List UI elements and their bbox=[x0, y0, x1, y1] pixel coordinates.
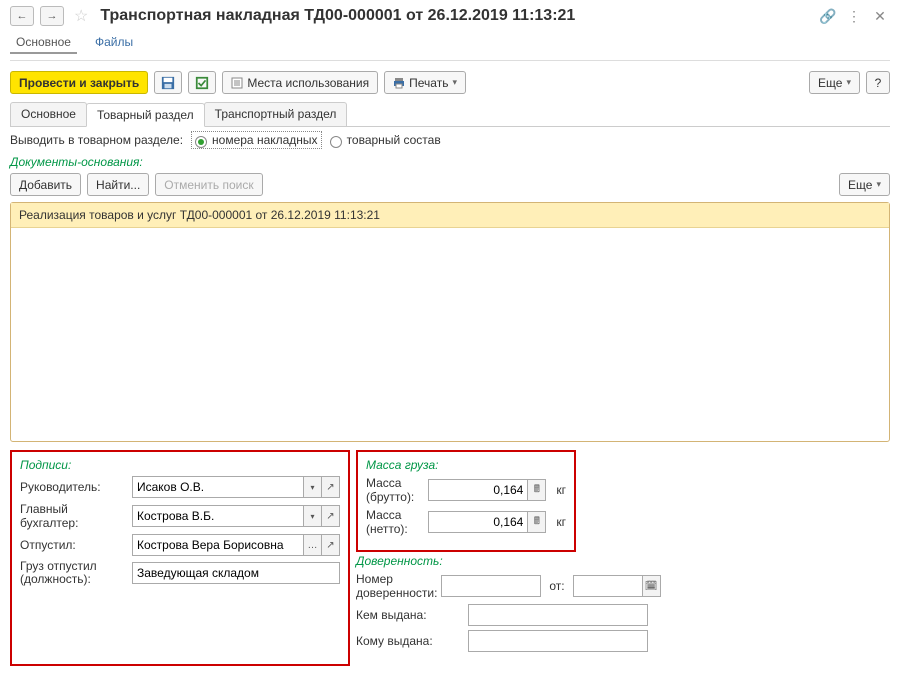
radio-icon bbox=[330, 136, 342, 148]
printer-icon bbox=[393, 77, 405, 89]
nav-back-button[interactable]: ← bbox=[10, 6, 34, 26]
docs-section-title: Документы-основания: bbox=[0, 153, 900, 171]
manager-label: Руководитель: bbox=[20, 480, 128, 494]
signatures-title: Подписи: bbox=[20, 458, 340, 472]
docs-table[interactable]: Реализация товаров и услуг ТД00-000001 о… bbox=[10, 202, 890, 442]
accountant-input[interactable] bbox=[132, 505, 304, 527]
filter-row: Выводить в товарном разделе: номера накл… bbox=[0, 127, 900, 153]
docs-toolbar: Добавить Найти... Отменить поиск Еще bbox=[0, 171, 900, 202]
help-button[interactable]: ? bbox=[866, 71, 890, 94]
tab-files[interactable]: Файлы bbox=[89, 32, 139, 54]
more-button[interactable]: Еще bbox=[809, 71, 860, 94]
released-cargo-label: Груз отпустил (должность): bbox=[20, 560, 128, 586]
sub-tabs: Основное Товарный раздел Транспортный ра… bbox=[10, 102, 890, 127]
favorite-star-icon[interactable]: ☆ bbox=[74, 6, 88, 26]
gross-label: Масса (брутто): bbox=[366, 476, 424, 504]
proxy-number-label: Номер доверенности: bbox=[356, 572, 437, 600]
mass-panel: Масса груза: Масса (брутто): кг Масса (н… bbox=[356, 450, 576, 552]
subtab-goods[interactable]: Товарный раздел bbox=[86, 103, 205, 127]
released-label: Отпустил: bbox=[20, 538, 128, 552]
open-icon bbox=[326, 482, 334, 493]
radio-icon bbox=[195, 136, 207, 148]
net-label: Масса (нетто): bbox=[366, 508, 424, 536]
top-nav-tabs: Основное Файлы bbox=[0, 30, 900, 60]
issued-by-input[interactable] bbox=[468, 604, 648, 626]
close-icon[interactable]: ✕ bbox=[870, 6, 890, 26]
gross-input[interactable] bbox=[428, 479, 528, 501]
find-button[interactable]: Найти... bbox=[87, 173, 149, 196]
issued-to-input[interactable] bbox=[468, 630, 648, 652]
filter-label: Выводить в товарном разделе: bbox=[10, 133, 183, 147]
open-ref-button[interactable] bbox=[322, 534, 340, 556]
post-icon bbox=[195, 76, 209, 90]
cancel-search-button[interactable]: Отменить поиск bbox=[155, 173, 262, 196]
post-button[interactable] bbox=[188, 71, 216, 94]
main-toolbar: Провести и закрыть Места использования П… bbox=[0, 67, 900, 102]
page-title: Транспортная накладная ТД00-000001 от 26… bbox=[100, 7, 575, 25]
radio-goods-content[interactable]: товарный состав bbox=[330, 133, 441, 147]
gross-unit: кг bbox=[556, 483, 566, 497]
proxy-from-label: от: bbox=[549, 579, 564, 593]
calendar-icon bbox=[645, 581, 658, 592]
released-cargo-input[interactable] bbox=[132, 562, 340, 584]
subtab-transport[interactable]: Транспортный раздел bbox=[204, 102, 348, 126]
ellipsis-icon bbox=[308, 540, 318, 551]
docs-more-button[interactable]: Еще bbox=[839, 173, 890, 196]
open-ref-button[interactable] bbox=[322, 476, 340, 498]
select-button[interactable] bbox=[304, 534, 322, 556]
print-button[interactable]: Печать bbox=[384, 71, 466, 94]
dropdown-button[interactable] bbox=[304, 476, 322, 498]
radio-invoice-numbers[interactable]: номера накладных bbox=[193, 133, 320, 147]
issued-by-label: Кем выдана: bbox=[356, 608, 464, 622]
chevron-down-icon bbox=[310, 511, 314, 522]
issued-to-label: Кому выдана: bbox=[356, 634, 464, 648]
calculator-icon bbox=[534, 482, 540, 499]
open-icon bbox=[326, 511, 334, 522]
list-icon bbox=[231, 77, 243, 89]
calculator-icon bbox=[534, 514, 540, 531]
header-bar: ← → ☆ Транспортная накладная ТД00-000001… bbox=[0, 0, 900, 30]
signatures-panel: Подписи: Руководитель: Главный бухгалтер… bbox=[10, 450, 350, 666]
table-row[interactable]: Реализация товаров и услуг ТД00-000001 о… bbox=[11, 203, 889, 228]
open-ref-button[interactable] bbox=[322, 505, 340, 527]
open-icon bbox=[326, 540, 334, 551]
chevron-down-icon bbox=[310, 482, 314, 493]
accountant-label: Главный бухгалтер: bbox=[20, 502, 128, 530]
calc-button[interactable] bbox=[528, 479, 546, 501]
calc-button[interactable] bbox=[528, 511, 546, 533]
usage-button[interactable]: Места использования bbox=[222, 71, 378, 94]
proxy-panel: Доверенность: Номер доверенности: от: Ке… bbox=[356, 552, 656, 666]
manager-input[interactable] bbox=[132, 476, 304, 498]
link-icon[interactable]: 🔗 bbox=[818, 6, 838, 26]
mass-title: Масса груза: bbox=[366, 458, 566, 472]
released-input[interactable] bbox=[132, 534, 304, 556]
net-input[interactable] bbox=[428, 511, 528, 533]
nav-forward-button[interactable]: → bbox=[40, 6, 64, 26]
net-unit: кг bbox=[556, 515, 566, 529]
dropdown-button[interactable] bbox=[304, 505, 322, 527]
proxy-title: Доверенность: bbox=[356, 554, 648, 568]
floppy-icon bbox=[161, 76, 175, 90]
save-button[interactable] bbox=[154, 71, 182, 94]
post-and-close-button[interactable]: Провести и закрыть bbox=[10, 71, 148, 94]
tab-main[interactable]: Основное bbox=[10, 32, 77, 54]
subtab-main[interactable]: Основное bbox=[10, 102, 87, 126]
kebab-menu-icon[interactable]: ⋮ bbox=[844, 6, 864, 26]
add-button[interactable]: Добавить bbox=[10, 173, 81, 196]
